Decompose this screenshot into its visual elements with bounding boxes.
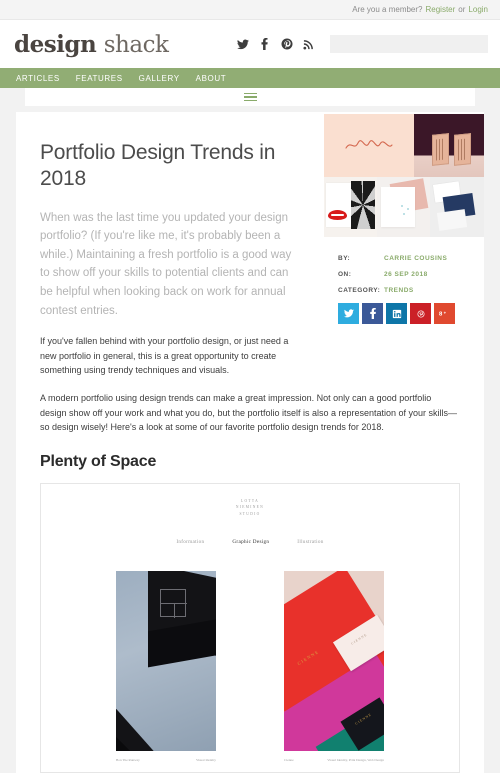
showcase-item-2[interactable]: CIENNE CIENNE CIENNE Cienne Visual Identit… — [284, 571, 384, 762]
page-title: Portfolio Design Trends in 2018 — [40, 141, 276, 191]
showcase-nav-graphic-design[interactable]: Graphic Design — [232, 539, 269, 545]
meta-key-by: BY: — [338, 255, 351, 262]
svg-text:+: + — [444, 310, 447, 315]
facebook-icon[interactable] — [258, 38, 271, 51]
meta-value-date: 26 SEP 2018 — [384, 271, 428, 278]
register-link[interactable]: Register — [426, 5, 456, 14]
meta-key-category: CATEGORY: — [338, 287, 381, 294]
member-prompt: Are you a member? — [352, 5, 423, 14]
showcase-image-cienne: CIENNE CIENNE CIENNE — [284, 571, 384, 752]
secondary-bar — [25, 88, 475, 106]
showcase-logo-line-3: STUDIO — [239, 512, 261, 517]
site-masthead: design shack — [0, 20, 500, 68]
signature-logo-thumb[interactable] — [324, 114, 414, 177]
nav-item-features[interactable]: FEATURES — [76, 74, 123, 83]
site-logo[interactable]: design shack — [14, 30, 169, 58]
article-aside: BY: CARRIE COUSINS ON: 26 SEP 2018 CATEG… — [324, 112, 484, 324]
nav-item-about[interactable]: ABOUT — [196, 74, 227, 83]
showcase-logo: LOTTA NIEMINEN STUDIO — [41, 484, 459, 518]
or-separator: or — [458, 5, 466, 14]
article-paragraph-2: A modern portfolio using design trends c… — [40, 393, 458, 433]
section-heading-plenty-of-space: Plenty of Space — [40, 452, 157, 470]
letterpress-cards-thumb[interactable] — [414, 114, 484, 177]
article-lede: When was the last time you updated your … — [40, 211, 292, 317]
primary-nav: ARTICLES FEATURES GALLERY ABOUT — [0, 68, 500, 91]
utility-bar: Are you a member? Register or Login — [0, 0, 500, 20]
article-card: Portfolio Design Trends in 2018 When was… — [16, 112, 484, 773]
meta-value-category[interactable]: TRENDS — [384, 287, 414, 294]
showcase-caption-1: Bon The Runway Visual Identity — [116, 758, 216, 762]
rss-icon[interactable] — [302, 38, 315, 51]
showcase-caption-2-title: Cienne — [284, 758, 294, 763]
showcase-logo-line-2: NIEMINEN — [235, 505, 265, 510]
share-linkedin-button[interactable] — [386, 303, 407, 324]
showcase-nav: Information Graphic Design Illustration — [41, 539, 459, 545]
showcase-nav-illustration[interactable]: Illustration — [297, 539, 323, 545]
article-paragraph-1: If you've fallen behind with your portfo… — [40, 336, 289, 376]
showcase-thumbnails: Bon The Runway Visual Identity CIENNE CIE… — [41, 571, 459, 762]
showcase-nav-information[interactable]: Information — [176, 539, 204, 545]
secondary-bar-wrap — [0, 88, 500, 110]
hamburger-icon[interactable] — [243, 92, 257, 102]
stationery-thumb[interactable] — [377, 177, 430, 237]
lipstick-book-thumb[interactable] — [324, 177, 377, 237]
twitter-icon[interactable] — [236, 38, 249, 51]
article-hero: Portfolio Design Trends in 2018 When was… — [16, 112, 484, 387]
share-pinterest-button[interactable] — [410, 303, 431, 324]
showcase-item-1[interactable]: Bon The Runway Visual Identity — [116, 571, 216, 762]
showcase-logo-line-1: LOTTA — [241, 498, 259, 503]
pinterest-icon[interactable] — [280, 38, 293, 51]
login-link[interactable]: Login — [468, 5, 488, 14]
meta-key-on: ON: — [338, 271, 352, 278]
hero-image-grid — [324, 114, 484, 177]
navy-business-card-thumb[interactable] — [430, 177, 484, 237]
search-input[interactable] — [330, 35, 488, 53]
meta-row-author: BY: CARRIE COUSINS — [338, 255, 472, 262]
article-text-column: Portfolio Design Trends in 2018 When was… — [16, 112, 324, 387]
showcase-image-bon-the-runway — [116, 571, 216, 752]
logo-word-design: design — [14, 30, 97, 58]
share-googleplus-button[interactable]: 8 + — [434, 303, 455, 324]
article-body: A modern portfolio using design trends c… — [16, 387, 484, 470]
meta-row-category: CATEGORY: TRENDS — [338, 287, 472, 294]
masthead-right — [236, 35, 488, 53]
share-facebook-button[interactable] — [362, 303, 383, 324]
share-twitter-button[interactable] — [338, 303, 359, 324]
meta-row-date: ON: 26 SEP 2018 — [338, 271, 472, 278]
showcase-caption-2: Cienne Visual Identity, Print Design, We… — [284, 758, 384, 762]
nav-item-articles[interactable]: ARTICLES — [16, 74, 60, 83]
article-meta-panel: BY: CARRIE COUSINS ON: 26 SEP 2018 CATEG… — [324, 237, 484, 324]
share-button-row: 8 + — [338, 303, 472, 324]
hero-image-grid-row2 — [324, 177, 484, 237]
showcase-caption-1-tags: Visual Identity — [195, 758, 216, 763]
showcase-caption-1-title: Bon The Runway — [116, 758, 140, 763]
svg-text:8: 8 — [439, 312, 443, 318]
showcase-screenshot[interactable]: LOTTA NIEMINEN STUDIO Information Graphi… — [40, 482, 460, 773]
meta-value-author[interactable]: CARRIE COUSINS — [384, 255, 447, 262]
showcase-caption-2-tags: Visual Identity, Print Design, Web Desig… — [327, 758, 384, 763]
logo-word-shack: shack — [103, 31, 169, 58]
nav-item-gallery[interactable]: GALLERY — [139, 74, 180, 83]
